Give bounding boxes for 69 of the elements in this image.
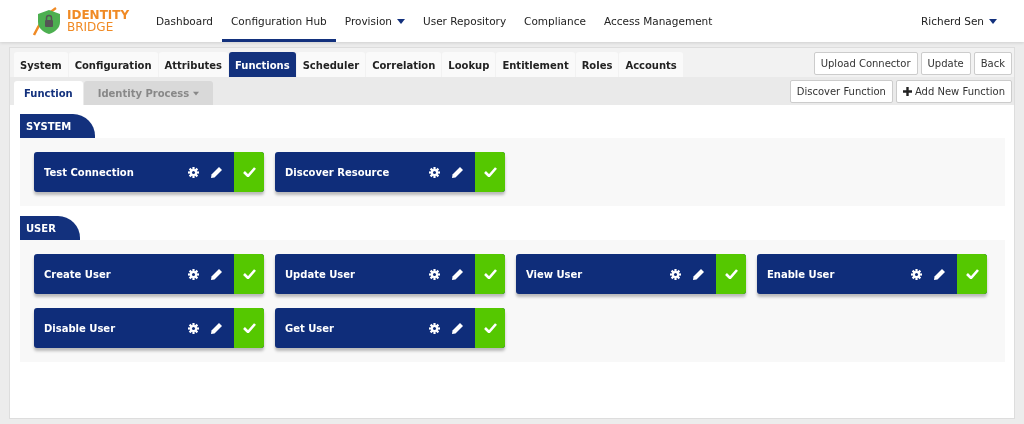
- function-name: View User: [525, 268, 584, 280]
- tab[interactable]: Scheduler: [296, 52, 366, 77]
- logo-text: IDENTITY: [67, 9, 130, 21]
- logo-text: BRIDGE: [67, 21, 115, 33]
- settings-icon: [429, 166, 440, 178]
- toolbar-button[interactable]: Update: [920, 52, 971, 75]
- status-toggle[interactable]: [957, 254, 987, 294]
- tab[interactable]: Configuration: [68, 52, 158, 77]
- user-menu[interactable]: Richerd Sen: [912, 0, 1006, 42]
- nav-link[interactable]: Provision: [335, 0, 414, 42]
- pencil-icon: [693, 268, 704, 280]
- settings-icon: [188, 268, 199, 280]
- settings-icon: [429, 322, 440, 334]
- checkmark-icon: [483, 323, 497, 333]
- settings-icon: [670, 268, 681, 280]
- pencil-icon: [452, 268, 463, 280]
- status-toggle[interactable]: [475, 152, 505, 192]
- pencil-icon: [211, 268, 222, 280]
- tab[interactable]: Attributes: [158, 52, 228, 77]
- settings-icon: [911, 268, 922, 280]
- settings-icon: [429, 268, 440, 280]
- plus-icon: [902, 87, 912, 96]
- nav-link[interactable]: User Repository: [414, 0, 516, 42]
- status-toggle[interactable]: [716, 254, 746, 294]
- nav-link[interactable]: Configuration Hub: [221, 0, 336, 42]
- function-name: Disable User: [43, 322, 117, 334]
- tab[interactable]: Roles: [575, 52, 619, 77]
- tab[interactable]: Lookup: [442, 52, 496, 77]
- status-toggle[interactable]: [234, 308, 264, 348]
- checkmark-icon: [242, 323, 256, 333]
- pencil-icon: [452, 166, 463, 178]
- settings-icon: [188, 166, 199, 178]
- toolbar-button[interactable]: Discover Function: [789, 80, 893, 103]
- checkmark-icon: [965, 269, 979, 279]
- nav-link[interactable]: Compliance: [515, 0, 595, 42]
- checkmark-icon: [724, 269, 738, 279]
- caret-icon: [989, 18, 997, 24]
- tab[interactable]: Accounts: [619, 52, 683, 77]
- section-header: SYSTEM: [20, 114, 96, 138]
- nav-link[interactable]: Dashboard: [147, 0, 222, 42]
- pencil-icon: [452, 322, 463, 334]
- toolbar-button[interactable]: Back: [973, 52, 1012, 75]
- status-toggle[interactable]: [234, 254, 264, 294]
- checkmark-icon: [242, 269, 256, 279]
- status-toggle[interactable]: [234, 152, 264, 192]
- function-name: Enable User: [766, 268, 836, 280]
- toolbar-button[interactable]: Upload Connector: [813, 52, 918, 75]
- tab[interactable]: Function: [14, 81, 83, 105]
- checkmark-icon: [242, 167, 256, 177]
- checkmark-icon: [483, 269, 497, 279]
- checkmark-icon: [483, 167, 497, 177]
- section-header: USER: [20, 216, 80, 240]
- tab[interactable]: System: [14, 52, 68, 77]
- status-toggle[interactable]: [475, 254, 505, 294]
- function-name: Get User: [284, 322, 336, 334]
- function-name: Discover Resource: [284, 166, 391, 178]
- pencil-icon: [211, 322, 222, 334]
- status-toggle[interactable]: [475, 308, 505, 348]
- toolbar-button[interactable]: Add New Function: [895, 80, 1012, 103]
- tab[interactable]: Functions: [229, 52, 296, 77]
- function-name: Create User: [43, 268, 112, 280]
- pencil-icon: [934, 268, 945, 280]
- settings-icon: [188, 322, 199, 334]
- tab[interactable]: Correlation: [366, 52, 442, 77]
- function-name: Test Connection: [43, 166, 135, 178]
- pencil-icon: [211, 166, 222, 178]
- tab[interactable]: Entitlement: [496, 52, 575, 77]
- function-name: Update User: [284, 268, 356, 280]
- nav-link[interactable]: Access Management: [594, 0, 722, 42]
